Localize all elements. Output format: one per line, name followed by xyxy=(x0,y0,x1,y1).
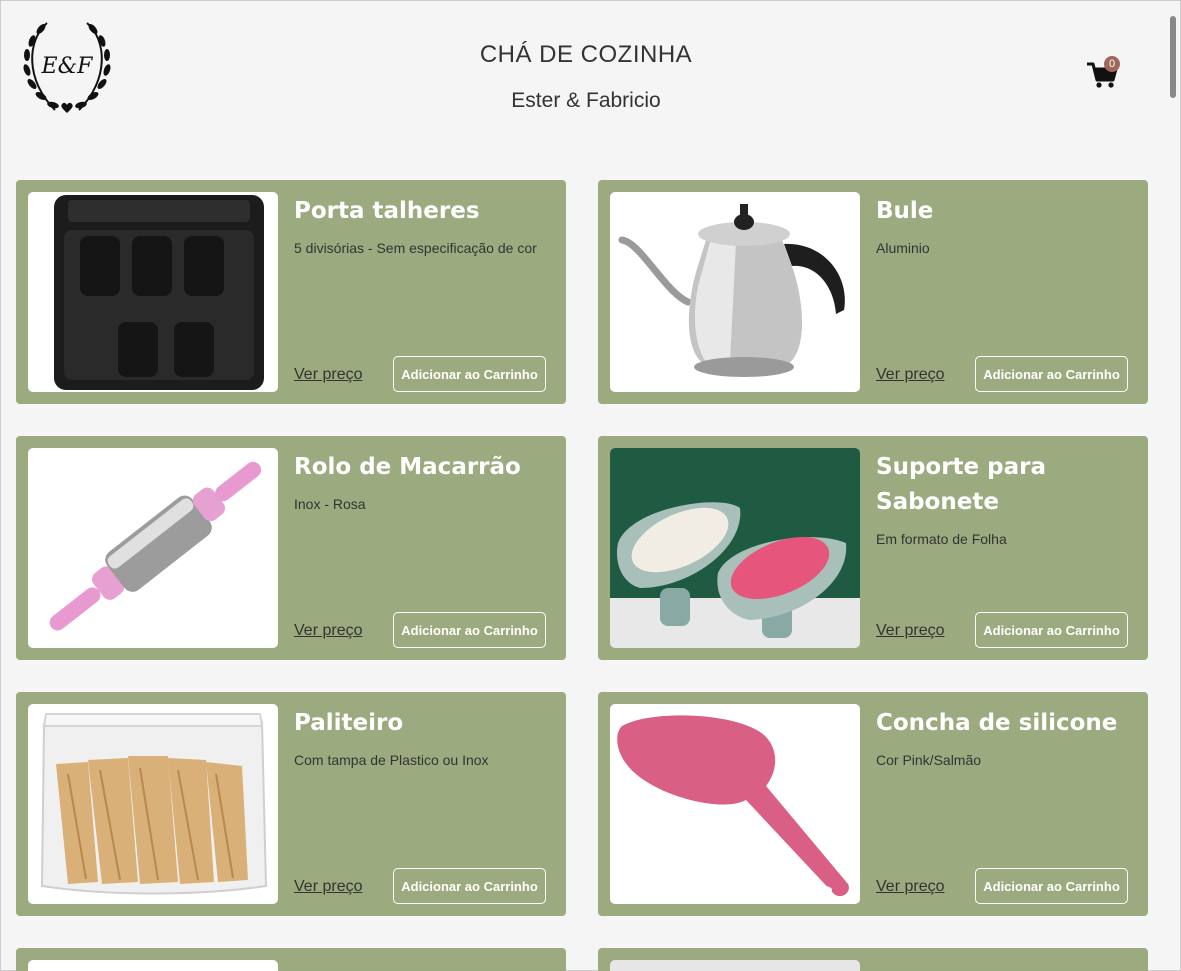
product-name: Bule xyxy=(876,198,934,224)
product-description: Aluminio xyxy=(876,240,930,256)
product-card: Concha de silicone Cor Pink/Salmão Ver p… xyxy=(598,692,1148,916)
product-image xyxy=(610,192,860,392)
product-image xyxy=(610,960,860,971)
add-to-cart-button[interactable]: Adicionar ao Carrinho xyxy=(393,868,546,904)
page-title: CHÁ DE COZINHA xyxy=(479,41,693,68)
see-price-link[interactable]: Ver preço xyxy=(294,622,362,640)
product-card: Suporte para Sabonete Em formato de Folh… xyxy=(598,436,1148,660)
add-to-cart-button[interactable]: Adicionar ao Carrinho xyxy=(975,356,1128,392)
product-image xyxy=(28,448,278,648)
see-price-link[interactable]: Ver preço xyxy=(876,878,944,896)
product-image xyxy=(610,704,860,904)
product-card: Bule Aluminio Ver preço Adicionar ao Car… xyxy=(598,180,1148,404)
add-to-cart-button[interactable]: Adicionar ao Carrinho xyxy=(393,356,546,392)
silicone-ladle-icon xyxy=(617,715,849,897)
product-image xyxy=(28,960,278,971)
product-card: Rolo de Macarrão Inox - Rosa Ver preço A… xyxy=(16,436,566,660)
product-image xyxy=(28,192,278,392)
see-price-link[interactable]: Ver preço xyxy=(294,366,362,384)
product-description: Cor Pink/Salmão xyxy=(876,752,982,768)
toothpick-holder-icon xyxy=(40,713,268,895)
cart-count-badge: 0 xyxy=(1104,56,1120,72)
soap-holder-icon xyxy=(610,448,860,648)
add-to-cart-button[interactable]: Adicionar ao Carrinho xyxy=(975,612,1128,648)
page-subtitle: Ester & Fabricio xyxy=(511,89,661,112)
product-card xyxy=(16,948,566,971)
cutlery-tray-icon xyxy=(54,195,264,390)
product-description: Em formato de Folha xyxy=(876,531,1007,547)
see-price-link[interactable]: Ver preço xyxy=(876,622,944,640)
rolling-pin-icon xyxy=(49,461,262,631)
scrollbar-thumb[interactable] xyxy=(1170,16,1176,98)
product-description: Com tampa de Plastico ou Inox xyxy=(294,752,489,768)
product-description: 5 divisórias - Sem especificação de cor xyxy=(294,240,537,256)
add-to-cart-button[interactable]: Adicionar ao Carrinho xyxy=(393,612,546,648)
product-name: Rolo de Macarrão xyxy=(294,454,521,480)
cart-button[interactable]: 0 xyxy=(1086,56,1126,94)
add-to-cart-button[interactable]: Adicionar ao Carrinho xyxy=(975,868,1128,904)
product-name: Paliteiro xyxy=(294,710,404,736)
product-name: Porta talheres xyxy=(294,198,480,224)
header: E&F CHÁ DE COZINHA Ester & Fabricio 0 xyxy=(1,1,1167,141)
see-price-link[interactable]: Ver preço xyxy=(876,366,944,384)
product-name: Concha de silicone xyxy=(876,710,1118,736)
product-image xyxy=(610,448,860,648)
product-card xyxy=(598,948,1148,971)
product-card: Paliteiro Com tampa de Plastico ou Inox … xyxy=(16,692,566,916)
product-card: Porta talheres 5 divisórias - Sem especi… xyxy=(16,180,566,404)
product-name: Suporte para Sabonete xyxy=(876,454,1046,515)
product-image xyxy=(28,704,278,904)
kettle-icon xyxy=(618,204,845,377)
product-description: Inox - Rosa xyxy=(294,496,366,512)
see-price-link[interactable]: Ver preço xyxy=(294,878,362,896)
